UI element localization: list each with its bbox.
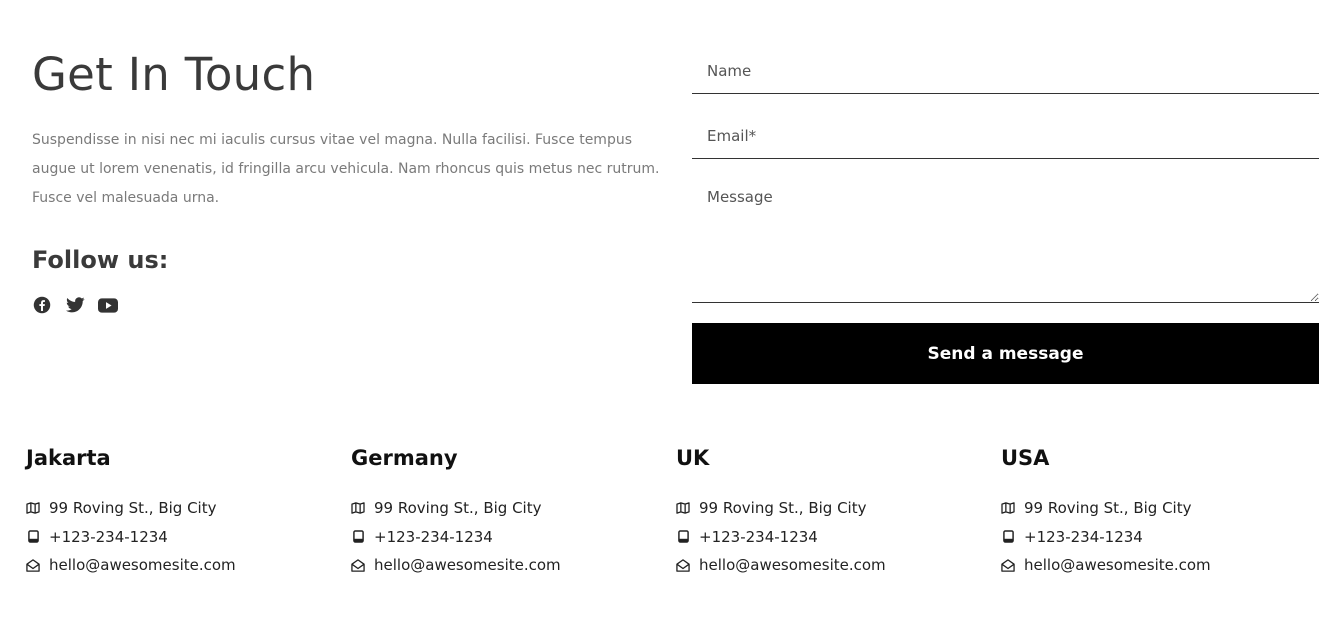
- office-email[interactable]: hello@awesomesite.com: [374, 556, 561, 574]
- envelope-open-icon: [676, 558, 690, 572]
- page-title: Get In Touch: [32, 48, 316, 101]
- map-icon: [676, 501, 690, 515]
- twitter-icon: [65, 297, 85, 313]
- office-email[interactable]: hello@awesomesite.com: [49, 556, 236, 574]
- office-email-row: hello@awesomesite.com: [676, 551, 1001, 580]
- map-icon: [26, 501, 40, 515]
- twitter-link[interactable]: [65, 295, 85, 315]
- office-phone[interactable]: +123-234-1234: [374, 528, 493, 546]
- tablet-icon: [676, 530, 690, 544]
- message-textarea[interactable]: [692, 178, 1319, 303]
- contact-description: Suspendisse in nisi nec mi iaculis cursu…: [32, 132, 660, 206]
- office-locations: Jakarta 99 Roving St., Big City +123-234…: [26, 445, 1326, 580]
- office-name: UK: [676, 446, 710, 470]
- youtube-icon: [98, 297, 118, 313]
- youtube-link[interactable]: [98, 295, 118, 315]
- office-email-row: hello@awesomesite.com: [26, 551, 351, 580]
- tablet-icon: [26, 530, 40, 544]
- office-address: 99 Roving St., Big City: [1024, 499, 1192, 518]
- name-input[interactable]: [692, 48, 1319, 94]
- office-address: 99 Roving St., Big City: [374, 499, 542, 518]
- send-message-button[interactable]: Send a message: [692, 323, 1319, 384]
- office-address: 99 Roving St., Big City: [49, 499, 217, 518]
- office-email[interactable]: hello@awesomesite.com: [1024, 556, 1211, 574]
- office-name: Germany: [351, 446, 458, 470]
- office-phone-row: +123-234-1234: [1001, 523, 1326, 552]
- envelope-open-icon: [26, 558, 40, 572]
- email-input[interactable]: [692, 113, 1319, 159]
- office-phone[interactable]: +123-234-1234: [699, 528, 818, 546]
- office-jakarta: Jakarta 99 Roving St., Big City +123-234…: [26, 445, 351, 580]
- office-phone-row: +123-234-1234: [676, 523, 1001, 552]
- tablet-icon: [1001, 530, 1015, 544]
- facebook-link[interactable]: [32, 295, 52, 315]
- office-address-row: 99 Roving St., Big City: [26, 494, 351, 523]
- office-phone[interactable]: +123-234-1234: [49, 528, 168, 546]
- office-address-row: 99 Roving St., Big City: [676, 494, 1001, 523]
- office-phone-row: +123-234-1234: [26, 523, 351, 552]
- map-icon: [1001, 501, 1015, 515]
- office-usa: USA 99 Roving St., Big City +123-234-123…: [1001, 445, 1326, 580]
- map-icon: [351, 501, 365, 515]
- envelope-open-icon: [351, 558, 365, 572]
- tablet-icon: [351, 530, 365, 544]
- office-address: 99 Roving St., Big City: [699, 499, 867, 518]
- office-germany: Germany 99 Roving St., Big City +123-234…: [351, 445, 676, 580]
- contact-intro: Get In Touch Suspendisse in nisi nec mi …: [32, 48, 662, 315]
- follow-us-heading: Follow us:: [32, 246, 169, 274]
- office-email[interactable]: hello@awesomesite.com: [699, 556, 886, 574]
- social-links: [32, 295, 662, 315]
- office-address-row: 99 Roving St., Big City: [1001, 494, 1326, 523]
- envelope-open-icon: [1001, 558, 1015, 572]
- office-uk: UK 99 Roving St., Big City +123-234-1234…: [676, 445, 1001, 580]
- office-email-row: hello@awesomesite.com: [351, 551, 676, 580]
- office-name: Jakarta: [26, 446, 111, 470]
- office-email-row: hello@awesomesite.com: [1001, 551, 1326, 580]
- office-phone[interactable]: +123-234-1234: [1024, 528, 1143, 546]
- facebook-icon: [33, 296, 51, 314]
- contact-form: Send a message: [692, 48, 1319, 384]
- office-name: USA: [1001, 446, 1050, 470]
- office-address-row: 99 Roving St., Big City: [351, 494, 676, 523]
- office-phone-row: +123-234-1234: [351, 523, 676, 552]
